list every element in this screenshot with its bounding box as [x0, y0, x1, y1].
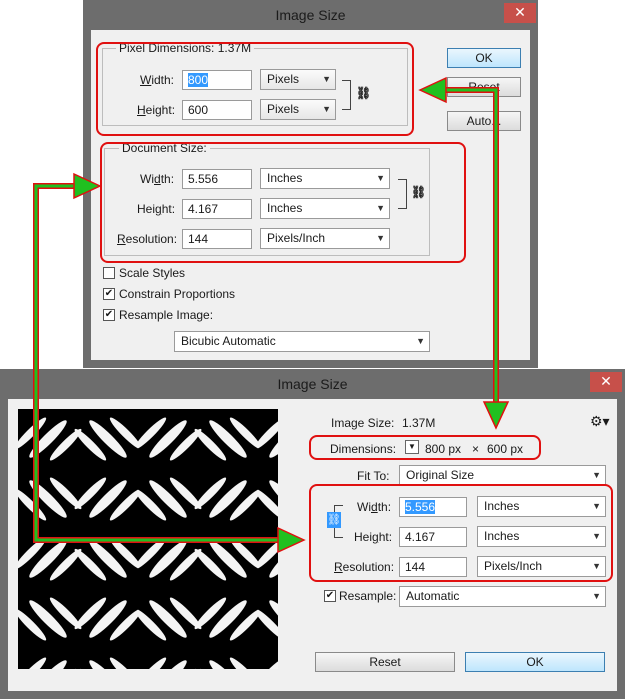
connector-arrows — [33, 76, 510, 554]
